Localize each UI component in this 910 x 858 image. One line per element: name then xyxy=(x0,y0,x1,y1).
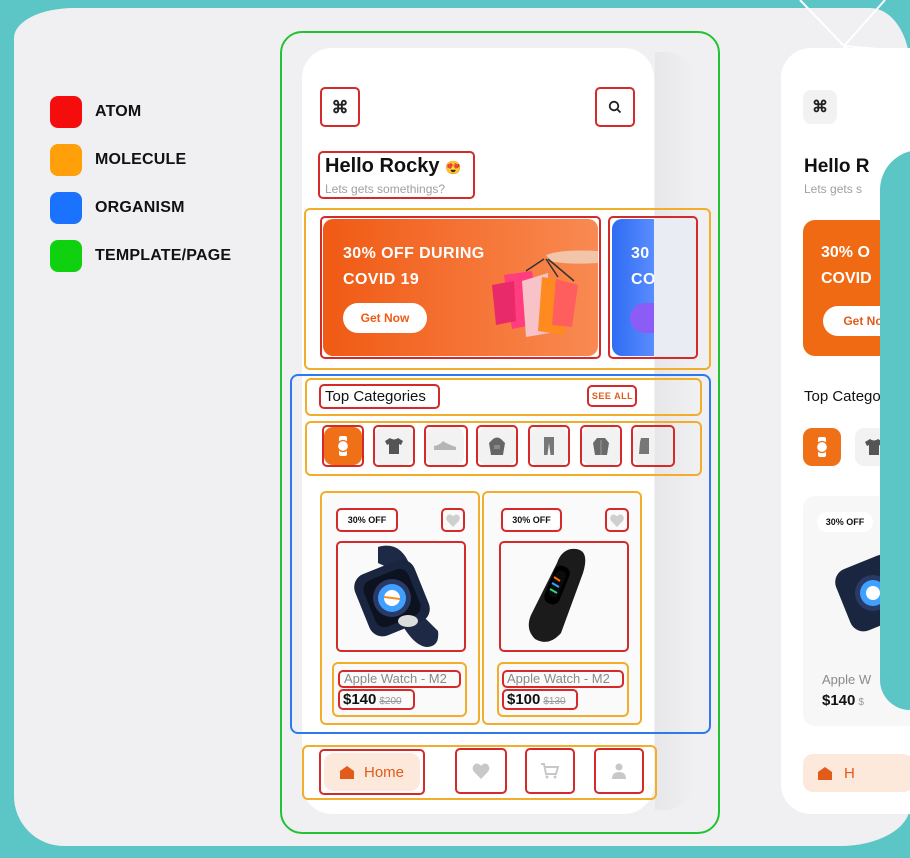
legend-swatch xyxy=(50,240,82,272)
old-price: $ xyxy=(858,697,864,708)
template-outline xyxy=(280,31,720,834)
legend-label: TEMPLATE/PAGE xyxy=(95,247,232,264)
legend-label: ATOM xyxy=(95,103,142,120)
home-icon xyxy=(818,766,832,780)
legend-swatch xyxy=(50,144,82,176)
banner-title-line: 30% O xyxy=(821,244,870,261)
legend-swatch xyxy=(50,192,82,224)
product-price: $140 $ xyxy=(822,692,864,709)
legend-item-molecule: MOLECULE xyxy=(50,136,231,184)
legend-item-template: TEMPLATE/PAGE xyxy=(50,232,231,280)
banner-title-line: COVID xyxy=(821,270,872,287)
current-price: $140 xyxy=(822,692,856,709)
category-watch xyxy=(803,428,841,466)
watch-icon xyxy=(815,437,829,457)
background-blob xyxy=(880,150,910,710)
legend-item-organism: ORGANISM xyxy=(50,184,231,232)
discount-badge: 30% OFF xyxy=(817,512,873,532)
nav-home-button: H xyxy=(803,754,910,792)
legend-label: MOLECULE xyxy=(95,151,187,168)
legend: ATOM MOLECULE ORGANISM TEMPLATE/PAGE xyxy=(50,88,231,280)
preview-greeting: Hello R xyxy=(804,156,870,177)
nav-home-label: H xyxy=(844,764,855,782)
command-icon: ⌘ xyxy=(803,90,837,124)
legend-item-atom: ATOM xyxy=(50,88,231,136)
legend-label: ORGANISM xyxy=(95,199,185,216)
product-name: Apple W xyxy=(822,672,872,687)
legend-swatch xyxy=(50,96,82,128)
preview-subtitle: Lets gets s xyxy=(804,182,863,196)
preview-categories-title: Top Catego xyxy=(804,388,881,405)
